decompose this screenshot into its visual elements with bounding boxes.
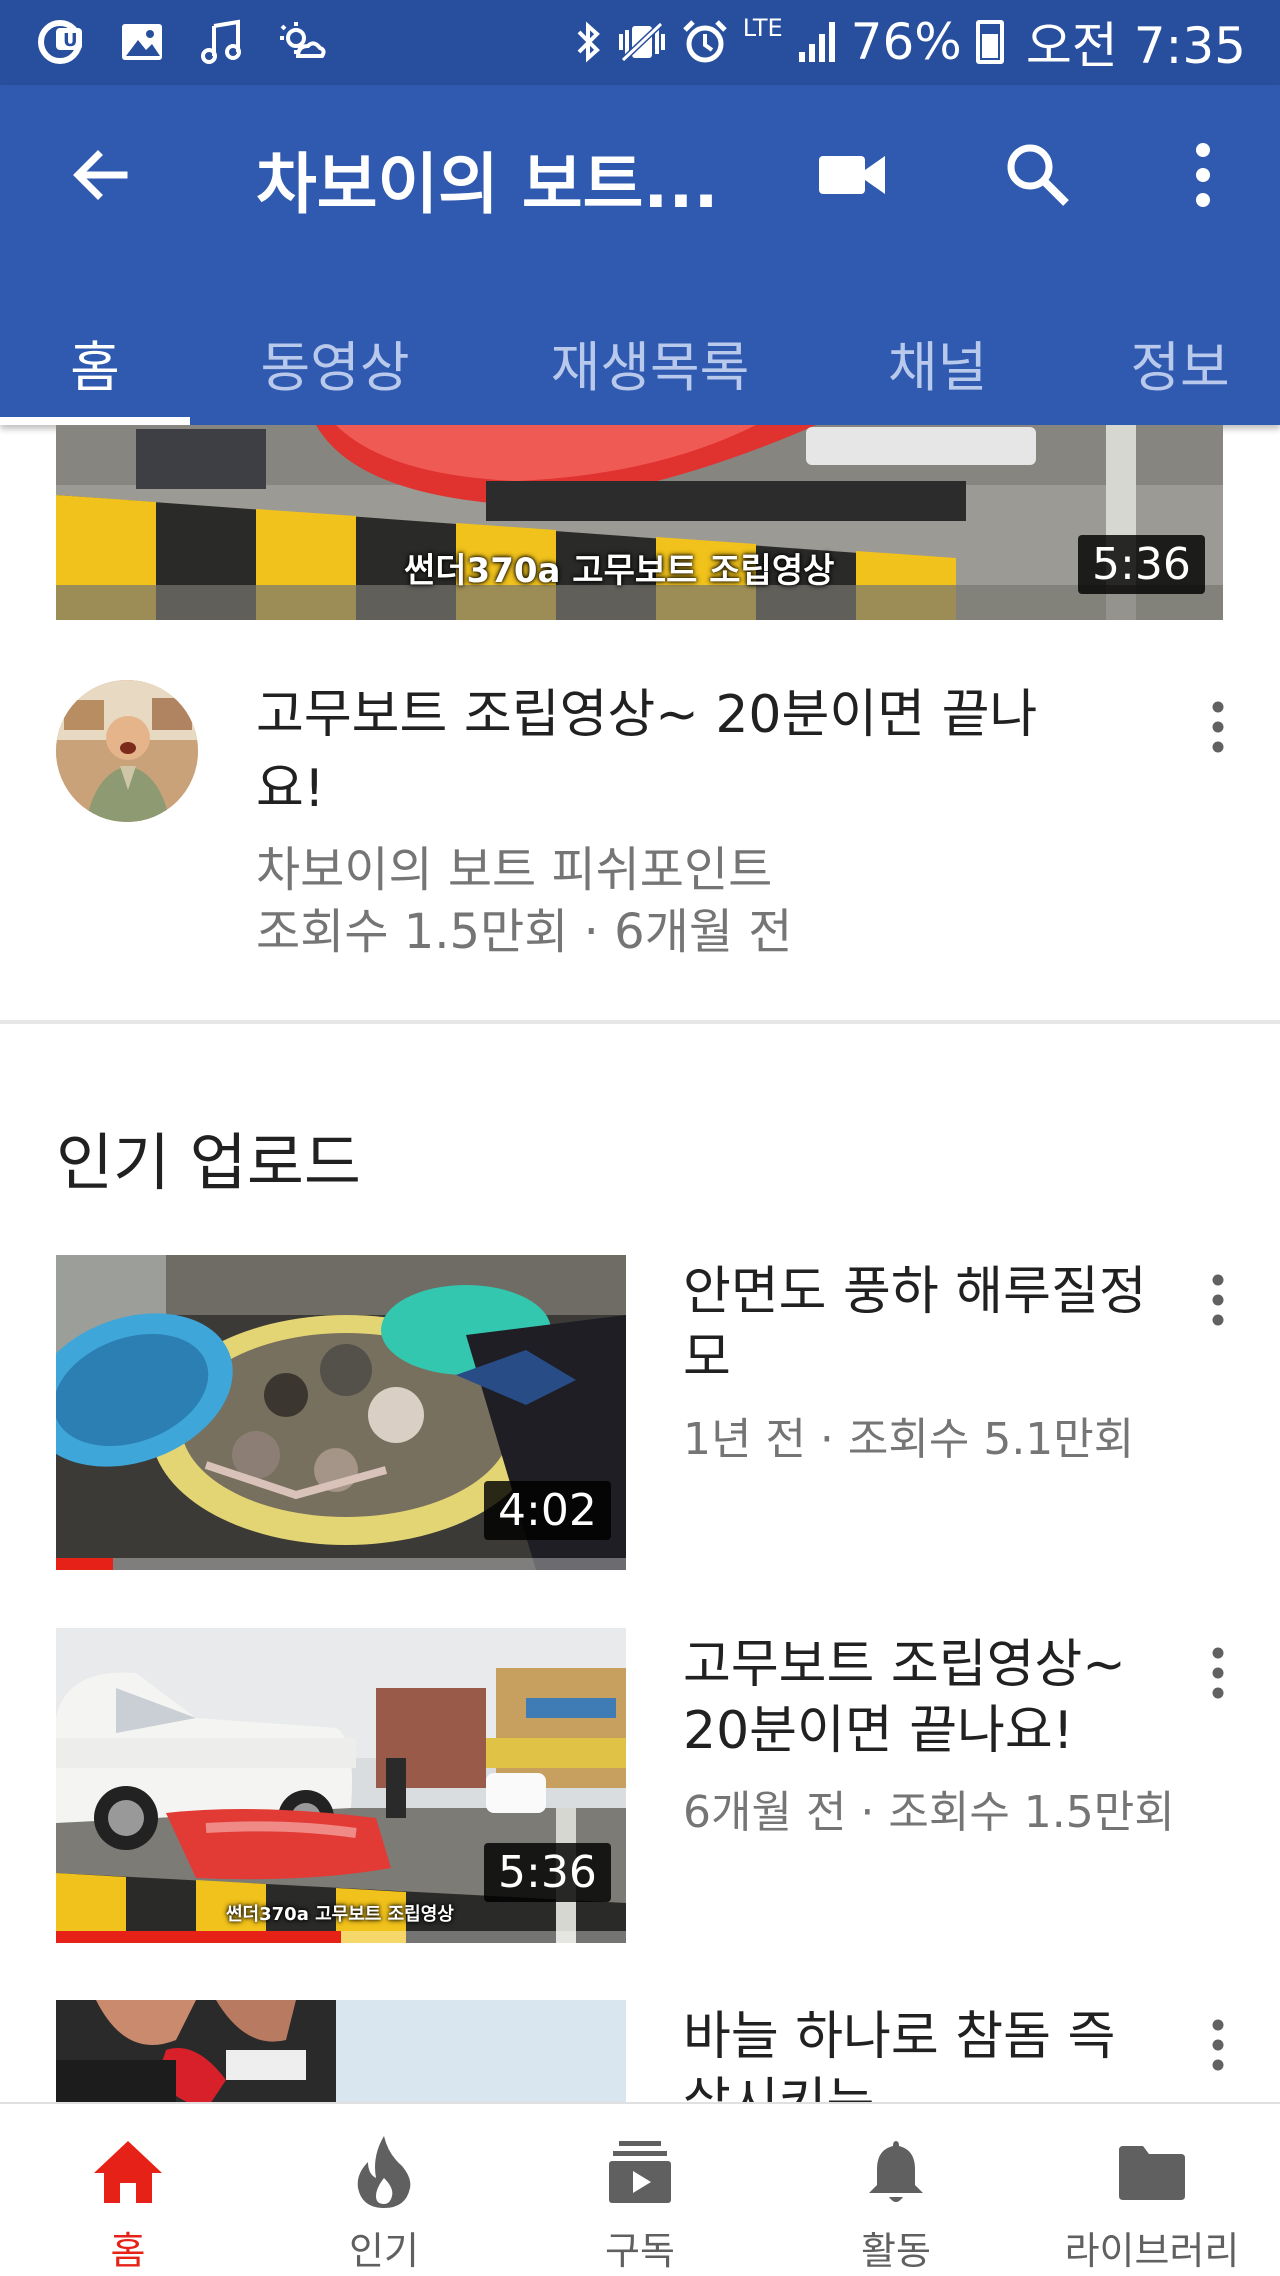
featured-video-thumbnail[interactable]: 썬더370a 고무보트 조립영상 5:36 xyxy=(56,425,1223,620)
thumbnail-caption: 썬더370a 고무보트 조립영상 xyxy=(226,1904,454,1925)
vibrate-icon xyxy=(618,21,665,63)
status-bar: U LTE 76% 오전 7:35 xyxy=(0,0,1280,85)
nav-trending[interactable]: 인기 xyxy=(256,2104,512,2276)
watch-progress-fill xyxy=(56,1931,341,1943)
music-icon xyxy=(201,19,241,64)
status-right-icons: LTE 76% 오전 7:35 xyxy=(573,10,1246,75)
channel-avatar[interactable] xyxy=(56,680,198,822)
more-options-button[interactable] xyxy=(1168,135,1238,215)
folder-icon xyxy=(1112,2132,1192,2212)
alarm-icon xyxy=(683,20,727,63)
video-duration: 4:02 xyxy=(484,1481,611,1540)
channel-tabs: 홈 동영상 재생목록 채널 정보 xyxy=(0,300,1280,425)
nav-activity[interactable]: 활동 xyxy=(768,2104,1024,2276)
more-vert-icon xyxy=(1212,1647,1224,1699)
app-bar: 차보이의 보트... 홈 동영상 재생목록 채널 정보 xyxy=(0,85,1280,425)
video-duration: 5:36 xyxy=(484,1843,611,1902)
popular-uploads-heading: 인기 업로드 xyxy=(56,1126,361,1199)
active-tab-indicator xyxy=(0,417,190,425)
thumbnail-caption: 썬더370a 고무보트 조립영상 xyxy=(404,551,835,591)
more-vert-icon xyxy=(1212,701,1224,753)
u-plus-icon: U xyxy=(38,20,82,64)
nav-library-label: 라이브러리 xyxy=(1064,2229,1240,2273)
video-camera-icon xyxy=(819,156,885,194)
nav-subscriptions[interactable]: 구독 xyxy=(512,2104,768,2276)
lte-indicator: LTE xyxy=(742,14,783,42)
list-item[interactable]: 썬더370a 고무보트 조립영상 5:36 고무보트 조립영상~ 20분이면 끝… xyxy=(0,1628,1280,1958)
nav-trending-label: 인기 xyxy=(349,2229,419,2273)
list-item[interactable]: 4:02 안면도 풍하 해루질정모 1년 전 · 조회수 5.1만회 xyxy=(0,1255,1280,1585)
home-icon xyxy=(88,2132,168,2212)
bottom-navigation: 홈 인기 구독 활동 라이브러리 xyxy=(0,2102,1280,2276)
featured-video-title[interactable]: 고무보트 조립영상~ 20분이면 끝나요! xyxy=(256,678,1086,826)
tab-home[interactable]: 홈 xyxy=(0,300,190,425)
video-title[interactable]: 바늘 하나로 참돔 즉살시키는 xyxy=(683,2004,1153,2102)
channel-title: 차보이의 보트... xyxy=(256,146,719,223)
trending-flame-icon xyxy=(344,2132,424,2212)
more-vert-icon xyxy=(1212,2019,1224,2071)
bluetooth-icon xyxy=(577,21,600,63)
battery-icon xyxy=(975,20,1004,64)
video-title[interactable]: 안면도 풍하 해루질정모 xyxy=(683,1259,1153,1391)
svg-text:U: U xyxy=(63,30,78,51)
signal-icon xyxy=(798,22,835,62)
avatar-image xyxy=(56,680,198,822)
video-more-button[interactable] xyxy=(1188,1628,1248,1718)
section-divider xyxy=(0,1020,1280,1024)
nav-home[interactable]: 홈 xyxy=(0,2104,256,2276)
nav-subscriptions-label: 구독 xyxy=(605,2229,675,2273)
search-button[interactable] xyxy=(998,135,1078,215)
subscriptions-icon xyxy=(600,2132,680,2212)
video-more-button[interactable] xyxy=(1188,2000,1248,2090)
more-vert-icon xyxy=(1212,1274,1224,1326)
status-left-icons: U xyxy=(36,18,328,66)
featured-channel-name: 차보이의 보트 피쉬포인트 xyxy=(256,842,773,898)
video-thumbnail[interactable] xyxy=(56,2000,626,2102)
featured-video-meta: 조회수 1.5만회 · 6개월 전 xyxy=(256,904,793,960)
tab-playlists[interactable]: 재생목록 xyxy=(520,300,780,425)
nav-activity-label: 활동 xyxy=(861,2229,931,2273)
more-vert-icon xyxy=(1196,143,1210,207)
tab-videos[interactable]: 동영상 xyxy=(230,300,440,425)
video-more-button[interactable] xyxy=(1188,1255,1248,1345)
status-time: 오전 7:35 xyxy=(1025,17,1246,75)
watch-progress-bar xyxy=(56,1931,626,1943)
video-thumbnail[interactable]: 썬더370a 고무보트 조립영상 5:36 xyxy=(56,1628,626,1943)
battery-percent: 76% xyxy=(850,13,962,71)
weather-icon xyxy=(280,22,326,58)
video-meta: 6개월 전 · 조회수 1.5만회 xyxy=(683,1787,1175,1838)
video-duration: 5:36 xyxy=(1078,535,1205,594)
watch-progress-fill xyxy=(56,1558,113,1570)
back-arrow-icon xyxy=(73,150,128,200)
upload-video-button[interactable] xyxy=(812,135,892,215)
featured-video-info[interactable]: 고무보트 조립영상~ 20분이면 끝나요! 차보이의 보트 피쉬포인트 조회수 … xyxy=(0,620,1280,1022)
nav-home-label: 홈 xyxy=(110,2229,146,2273)
video-title[interactable]: 고무보트 조립영상~ 20분이면 끝나요! xyxy=(683,1632,1153,1764)
video-thumbnail[interactable]: 4:02 xyxy=(56,1255,626,1570)
video-meta: 1년 전 · 조회수 5.1만회 xyxy=(683,1414,1135,1465)
featured-more-button[interactable] xyxy=(1188,682,1248,772)
tab-channels[interactable]: 채널 xyxy=(860,300,1015,425)
tab-about[interactable]: 정보 xyxy=(1100,300,1260,425)
list-item[interactable]: 바늘 하나로 참돔 즉살시키는 xyxy=(0,2000,1280,2102)
back-button[interactable] xyxy=(60,135,140,215)
bell-icon xyxy=(856,2132,936,2212)
search-icon xyxy=(1007,144,1069,206)
watch-progress-bar xyxy=(56,1558,626,1570)
gallery-icon xyxy=(122,24,162,60)
nav-library[interactable]: 라이브러리 xyxy=(1024,2104,1280,2276)
thumbnail-image xyxy=(56,2000,626,2102)
